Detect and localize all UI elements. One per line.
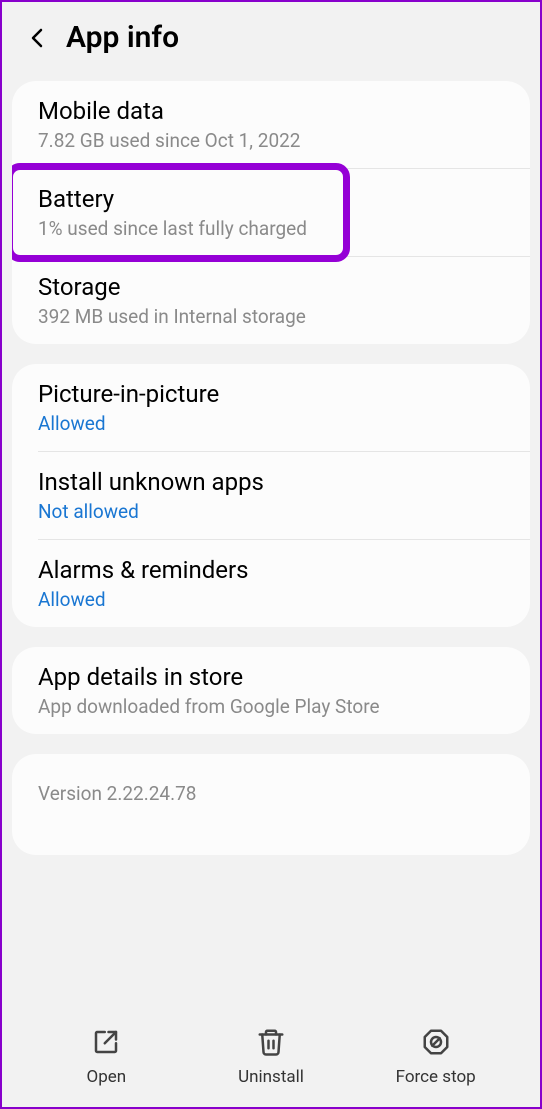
usage-card: Mobile data 7.82 GB used since Oct 1, 20…	[12, 81, 530, 344]
stop-icon	[421, 1027, 451, 1057]
alarms-status: Allowed	[38, 588, 506, 611]
storage-item[interactable]: Storage 392 MB used in Internal storage	[12, 257, 530, 344]
install-unknown-item[interactable]: Install unknown apps Not allowed	[12, 452, 530, 539]
pip-status: Allowed	[38, 412, 506, 435]
pip-item[interactable]: Picture-in-picture Allowed	[12, 364, 530, 451]
battery-title: Battery	[38, 185, 506, 213]
store-subtitle: App downloaded from Google Play Store	[38, 695, 506, 718]
permissions-card: Picture-in-picture Allowed Install unkno…	[12, 364, 530, 627]
page-title: App info	[66, 20, 179, 55]
uninstall-label: Uninstall	[238, 1067, 304, 1087]
alarms-title: Alarms & reminders	[38, 556, 506, 584]
back-icon[interactable]	[26, 26, 50, 50]
store-title: App details in store	[38, 663, 506, 691]
open-button[interactable]: Open	[24, 1027, 189, 1087]
bottom-bar: Open Uninstall Force stop	[4, 1009, 538, 1107]
pip-title: Picture-in-picture	[38, 380, 506, 408]
version-card: Version 2.22.24.78	[12, 754, 530, 855]
store-item[interactable]: App details in store App downloaded from…	[12, 647, 530, 734]
mobile-data-title: Mobile data	[38, 97, 506, 125]
app-header: App info	[2, 2, 540, 75]
mobile-data-item[interactable]: Mobile data 7.82 GB used since Oct 1, 20…	[12, 81, 530, 168]
uninstall-button[interactable]: Uninstall	[189, 1027, 354, 1087]
alarms-item[interactable]: Alarms & reminders Allowed	[12, 540, 530, 627]
store-card: App details in store App downloaded from…	[12, 647, 530, 734]
trash-icon	[256, 1027, 286, 1057]
storage-title: Storage	[38, 273, 506, 301]
battery-item[interactable]: Battery 1% used since last fully charged	[12, 169, 530, 256]
mobile-data-subtitle: 7.82 GB used since Oct 1, 2022	[38, 129, 506, 152]
open-label: Open	[87, 1067, 127, 1087]
install-unknown-status: Not allowed	[38, 500, 506, 523]
storage-subtitle: 392 MB used in Internal storage	[38, 305, 506, 328]
open-icon	[91, 1027, 121, 1057]
force-stop-button[interactable]: Force stop	[353, 1027, 518, 1087]
force-stop-label: Force stop	[396, 1067, 476, 1087]
battery-subtitle: 1% used since last fully charged	[38, 217, 506, 240]
version-text: Version 2.22.24.78	[38, 782, 504, 805]
install-unknown-title: Install unknown apps	[38, 468, 506, 496]
